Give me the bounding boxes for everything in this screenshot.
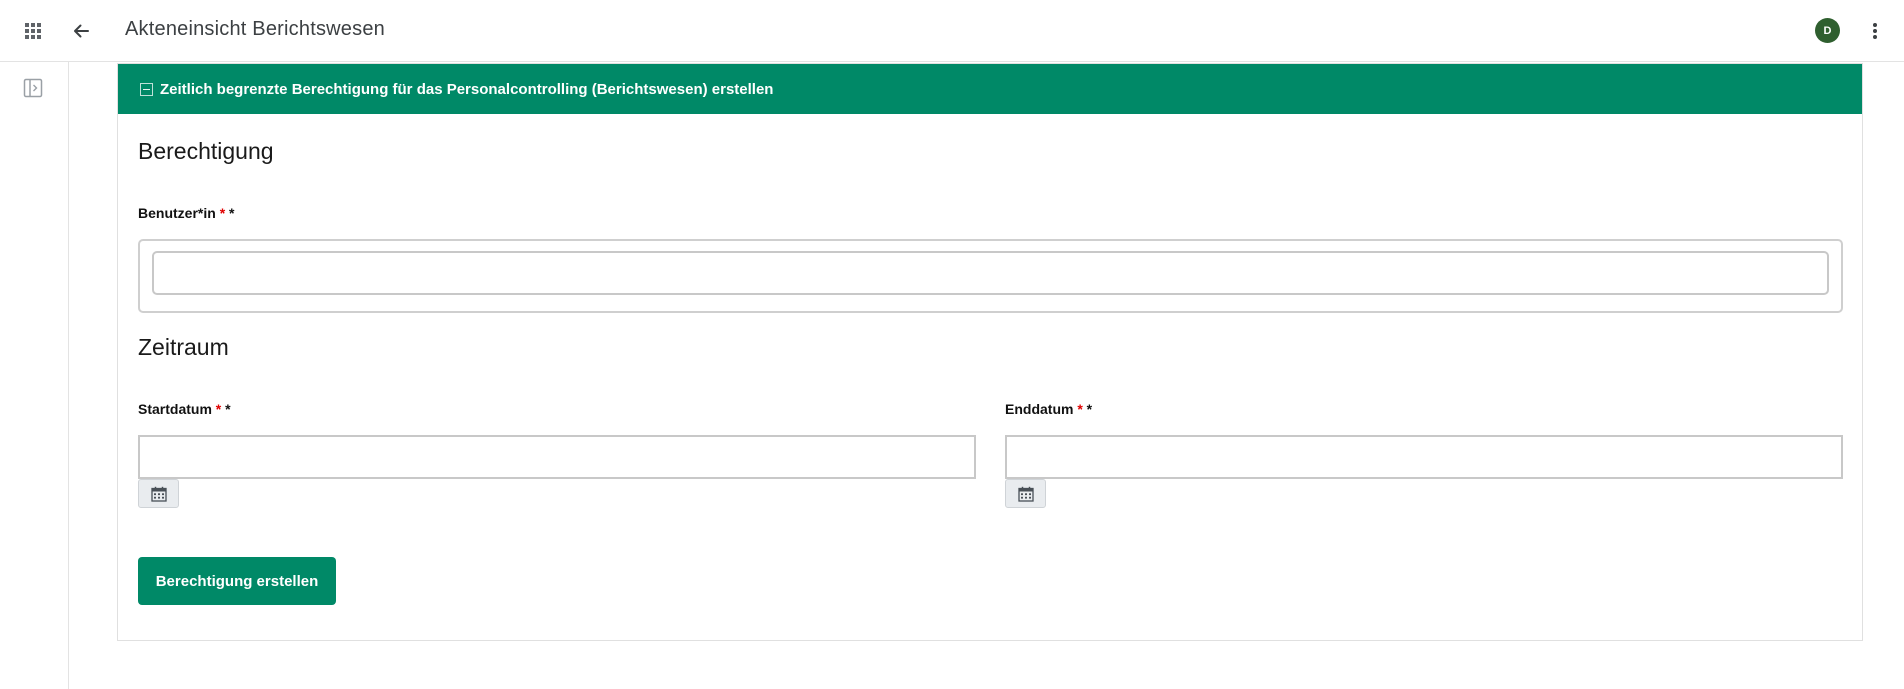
start-date-label: Startdatum * * (138, 401, 231, 417)
section-title-period: Zeitraum (138, 334, 229, 360)
section-title-permission: Berechtigung (138, 138, 274, 164)
start-date-input[interactable] (138, 435, 976, 479)
user-label: Benutzer*in * * (138, 205, 234, 221)
end-date-label-text: Enddatum (1005, 401, 1074, 417)
end-date-label: Enddatum * * (1005, 401, 1092, 417)
user-input[interactable] (152, 251, 1829, 295)
card-header[interactable]: Zeitlich begrenzte Berechtigung für das … (118, 64, 1862, 114)
apps-grid-icon[interactable] (18, 16, 48, 46)
card-header-title: Zeitlich begrenzte Berechtigung für das … (160, 80, 774, 98)
end-date-input[interactable] (1005, 435, 1843, 479)
calendar-icon[interactable] (138, 479, 179, 508)
side-panel-icon[interactable] (21, 76, 45, 100)
user-avatar[interactable]: D (1815, 18, 1840, 43)
required-suffix: * (225, 205, 235, 221)
more-vert-icon[interactable] (1861, 15, 1889, 47)
required-suffix: * (1082, 401, 1093, 417)
create-permission-button[interactable]: Berechtigung erstellen (138, 557, 336, 605)
page-title: Akteneinsicht Berichtswesen (125, 18, 385, 40)
permission-card: Zeitlich begrenzte Berechtigung für das … (117, 63, 1863, 641)
arrow-back-icon[interactable] (66, 16, 96, 46)
user-label-text: Benutzer*in (138, 205, 216, 221)
calendar-icon[interactable] (1005, 479, 1046, 508)
start-date-label-text: Startdatum (138, 401, 212, 417)
collapse-icon[interactable] (140, 82, 153, 96)
required-suffix: * (221, 401, 231, 417)
left-rail (0, 62, 69, 689)
user-field-wrapper (138, 239, 1843, 313)
top-app-bar: Akteneinsicht Berichtswesen D (0, 0, 1904, 62)
